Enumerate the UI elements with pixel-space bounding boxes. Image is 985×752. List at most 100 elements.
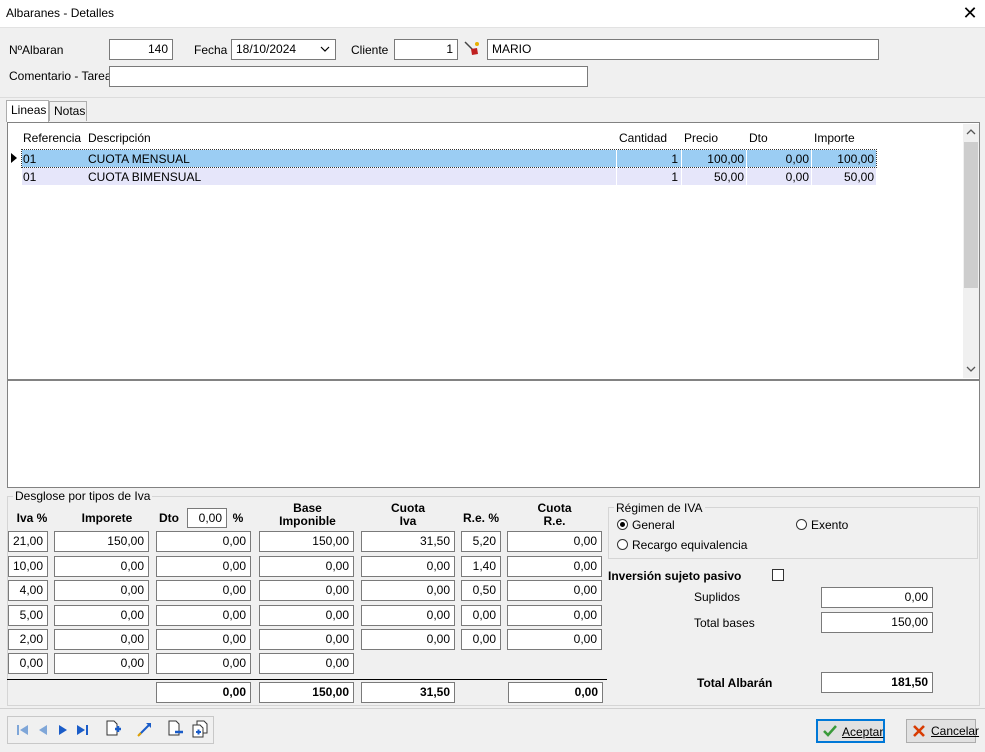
close-icon[interactable]: ✕ (957, 2, 983, 24)
desglose-base-field[interactable]: 0,00 (259, 629, 354, 650)
next-record-icon[interactable] (57, 724, 69, 736)
suplidos-label: Suplidos (694, 590, 741, 604)
tab-notas[interactable]: Notas (49, 101, 87, 121)
scroll-up-icon[interactable] (966, 128, 976, 136)
desglose-base-field[interactable]: 0,00 (259, 605, 354, 626)
cliente-id-field[interactable]: 1 (394, 39, 458, 60)
prior-record-icon[interactable] (37, 724, 49, 736)
desglose-re-field[interactable]: 0,50 (461, 580, 501, 601)
cell-referencia: 01 (23, 152, 37, 166)
desglose-re-field[interactable]: 0,00 (461, 629, 501, 650)
desglose-dto-field[interactable]: 0,00 (156, 629, 251, 650)
desglose-re-field[interactable]: 1,40 (461, 556, 501, 577)
radio-recargo-label[interactable]: Recargo equivalencia (632, 538, 747, 552)
desglose-cuota-re-field[interactable]: 0,00 (507, 629, 602, 650)
radio-exento[interactable] (796, 519, 807, 530)
fecha-label: Fecha (194, 43, 228, 57)
radio-recargo[interactable] (617, 539, 628, 550)
delete-record-icon[interactable] (166, 720, 184, 738)
desglose-iva-field[interactable]: 5,00 (8, 605, 48, 626)
suplidos-field[interactable]: 0,00 (821, 587, 933, 608)
desglose-cuota-field[interactable]: 31,50 (361, 531, 455, 552)
chevron-down-icon[interactable] (320, 45, 330, 53)
desglose-re-field[interactable]: 5,20 (461, 531, 501, 552)
totals-divider (7, 679, 607, 680)
radio-exento-label[interactable]: Exento (811, 518, 848, 532)
desglose-cuota-re-field[interactable]: 0,00 (507, 605, 602, 626)
checkmark-icon (823, 725, 837, 737)
notes-panel (7, 380, 980, 488)
column-descripcion[interactable]: Descripción (88, 131, 151, 145)
desglose-base-field[interactable]: 0,00 (259, 653, 354, 674)
cell-dto: 0,00 (785, 152, 809, 166)
desglose-iva-field[interactable]: 2,00 (8, 629, 48, 650)
desglose-base-field[interactable]: 150,00 (259, 531, 354, 552)
cell-descripcion: CUOTA MENSUAL (88, 152, 190, 166)
desglose-importe-field[interactable]: 0,00 (54, 653, 149, 674)
cell-importe: 100,00 (837, 152, 874, 166)
header-divider (0, 97, 985, 98)
column-referencia[interactable]: Referencia (23, 131, 81, 145)
albaran-label: NºAlbaran (9, 43, 64, 57)
desglose-importe-field[interactable]: 0,00 (54, 556, 149, 577)
last-record-icon[interactable] (76, 724, 90, 736)
table-row[interactable]: 01 CUOTA BIMENSUAL 1 50,00 0,00 50,00 (22, 168, 876, 185)
desglose-dto-field[interactable]: 0,00 (156, 580, 251, 601)
desglose-iva-field[interactable]: 4,00 (8, 580, 48, 601)
tab-lineas[interactable]: Lineas (6, 100, 49, 122)
desglose-cuota-field[interactable]: 0,00 (361, 556, 455, 577)
total-base-field: 150,00 (259, 682, 354, 703)
cancel-button[interactable]: Cancelar (906, 719, 979, 743)
desglose-importe-field[interactable]: 0,00 (54, 605, 149, 626)
total-albaran-field: 181,50 (821, 672, 933, 693)
first-record-icon[interactable] (16, 724, 30, 736)
scroll-down-icon[interactable] (966, 365, 976, 373)
table-row[interactable]: 01 CUOTA MENSUAL 1 100,00 0,00 100,00 (21, 149, 877, 168)
inversion-checkbox[interactable] (772, 569, 784, 581)
accept-label: Aceptar (842, 725, 884, 739)
desglose-cuota-field[interactable]: 0,00 (361, 629, 455, 650)
total-bases-label: Total bases (694, 616, 755, 630)
desglose-dto-field[interactable]: 0,00 (156, 531, 251, 552)
cliente-search-icon[interactable] (462, 39, 482, 57)
desglose-cuota-field[interactable]: 0,00 (361, 605, 455, 626)
desglose-cuota-re-field[interactable]: 0,00 (507, 531, 602, 552)
desglose-importe-field[interactable]: 0,00 (54, 580, 149, 601)
desglose-dto-field[interactable]: 0,00 (156, 653, 251, 674)
desglose-base-field[interactable]: 0,00 (259, 580, 354, 601)
scrollbar-thumb[interactable] (964, 142, 978, 288)
comentario-field[interactable] (109, 66, 588, 87)
copy-record-icon[interactable] (191, 720, 209, 738)
fecha-value: 18/10/2024 (236, 42, 297, 56)
insert-record-icon[interactable] (104, 720, 122, 738)
desglose-iva-field[interactable]: 10,00 (8, 556, 48, 577)
cell-importe: 50,00 (843, 170, 874, 184)
dto-global-field[interactable]: 0,00 (187, 508, 227, 528)
desglose-title: Desglose por tipos de Iva (13, 489, 153, 503)
desglose-cuota-re-field[interactable]: 0,00 (507, 580, 602, 601)
total-bases-field: 150,00 (821, 612, 933, 633)
radio-general[interactable] (617, 519, 628, 530)
desglose-re-field[interactable]: 0,00 (461, 605, 501, 626)
albaran-number-field[interactable]: 140 (109, 39, 173, 60)
column-dto[interactable]: Dto (749, 131, 768, 145)
desglose-base-field[interactable]: 0,00 (259, 556, 354, 577)
desglose-cuota-re-field[interactable]: 0,00 (507, 556, 602, 577)
desglose-dto-field[interactable]: 0,00 (156, 556, 251, 577)
accept-button[interactable]: Aceptar (816, 719, 885, 743)
header-re: R.e. % (462, 511, 499, 525)
radio-general-label[interactable]: General (632, 518, 675, 532)
column-precio[interactable]: Precio (684, 131, 718, 145)
total-dto-field: 0,00 (156, 682, 251, 703)
desglose-importe-field[interactable]: 0,00 (54, 629, 149, 650)
cell-cantidad: 1 (671, 152, 678, 166)
desglose-iva-field[interactable]: 0,00 (8, 653, 48, 674)
column-importe[interactable]: Importe (814, 131, 855, 145)
desglose-importe-field[interactable]: 150,00 (54, 531, 149, 552)
desglose-cuota-field[interactable]: 0,00 (361, 580, 455, 601)
column-cantidad[interactable]: Cantidad (619, 131, 667, 145)
cliente-name-field[interactable]: MARIO (487, 39, 879, 60)
desglose-iva-field[interactable]: 21,00 (8, 531, 48, 552)
desglose-dto-field[interactable]: 0,00 (156, 605, 251, 626)
edit-record-icon[interactable] (136, 720, 154, 738)
